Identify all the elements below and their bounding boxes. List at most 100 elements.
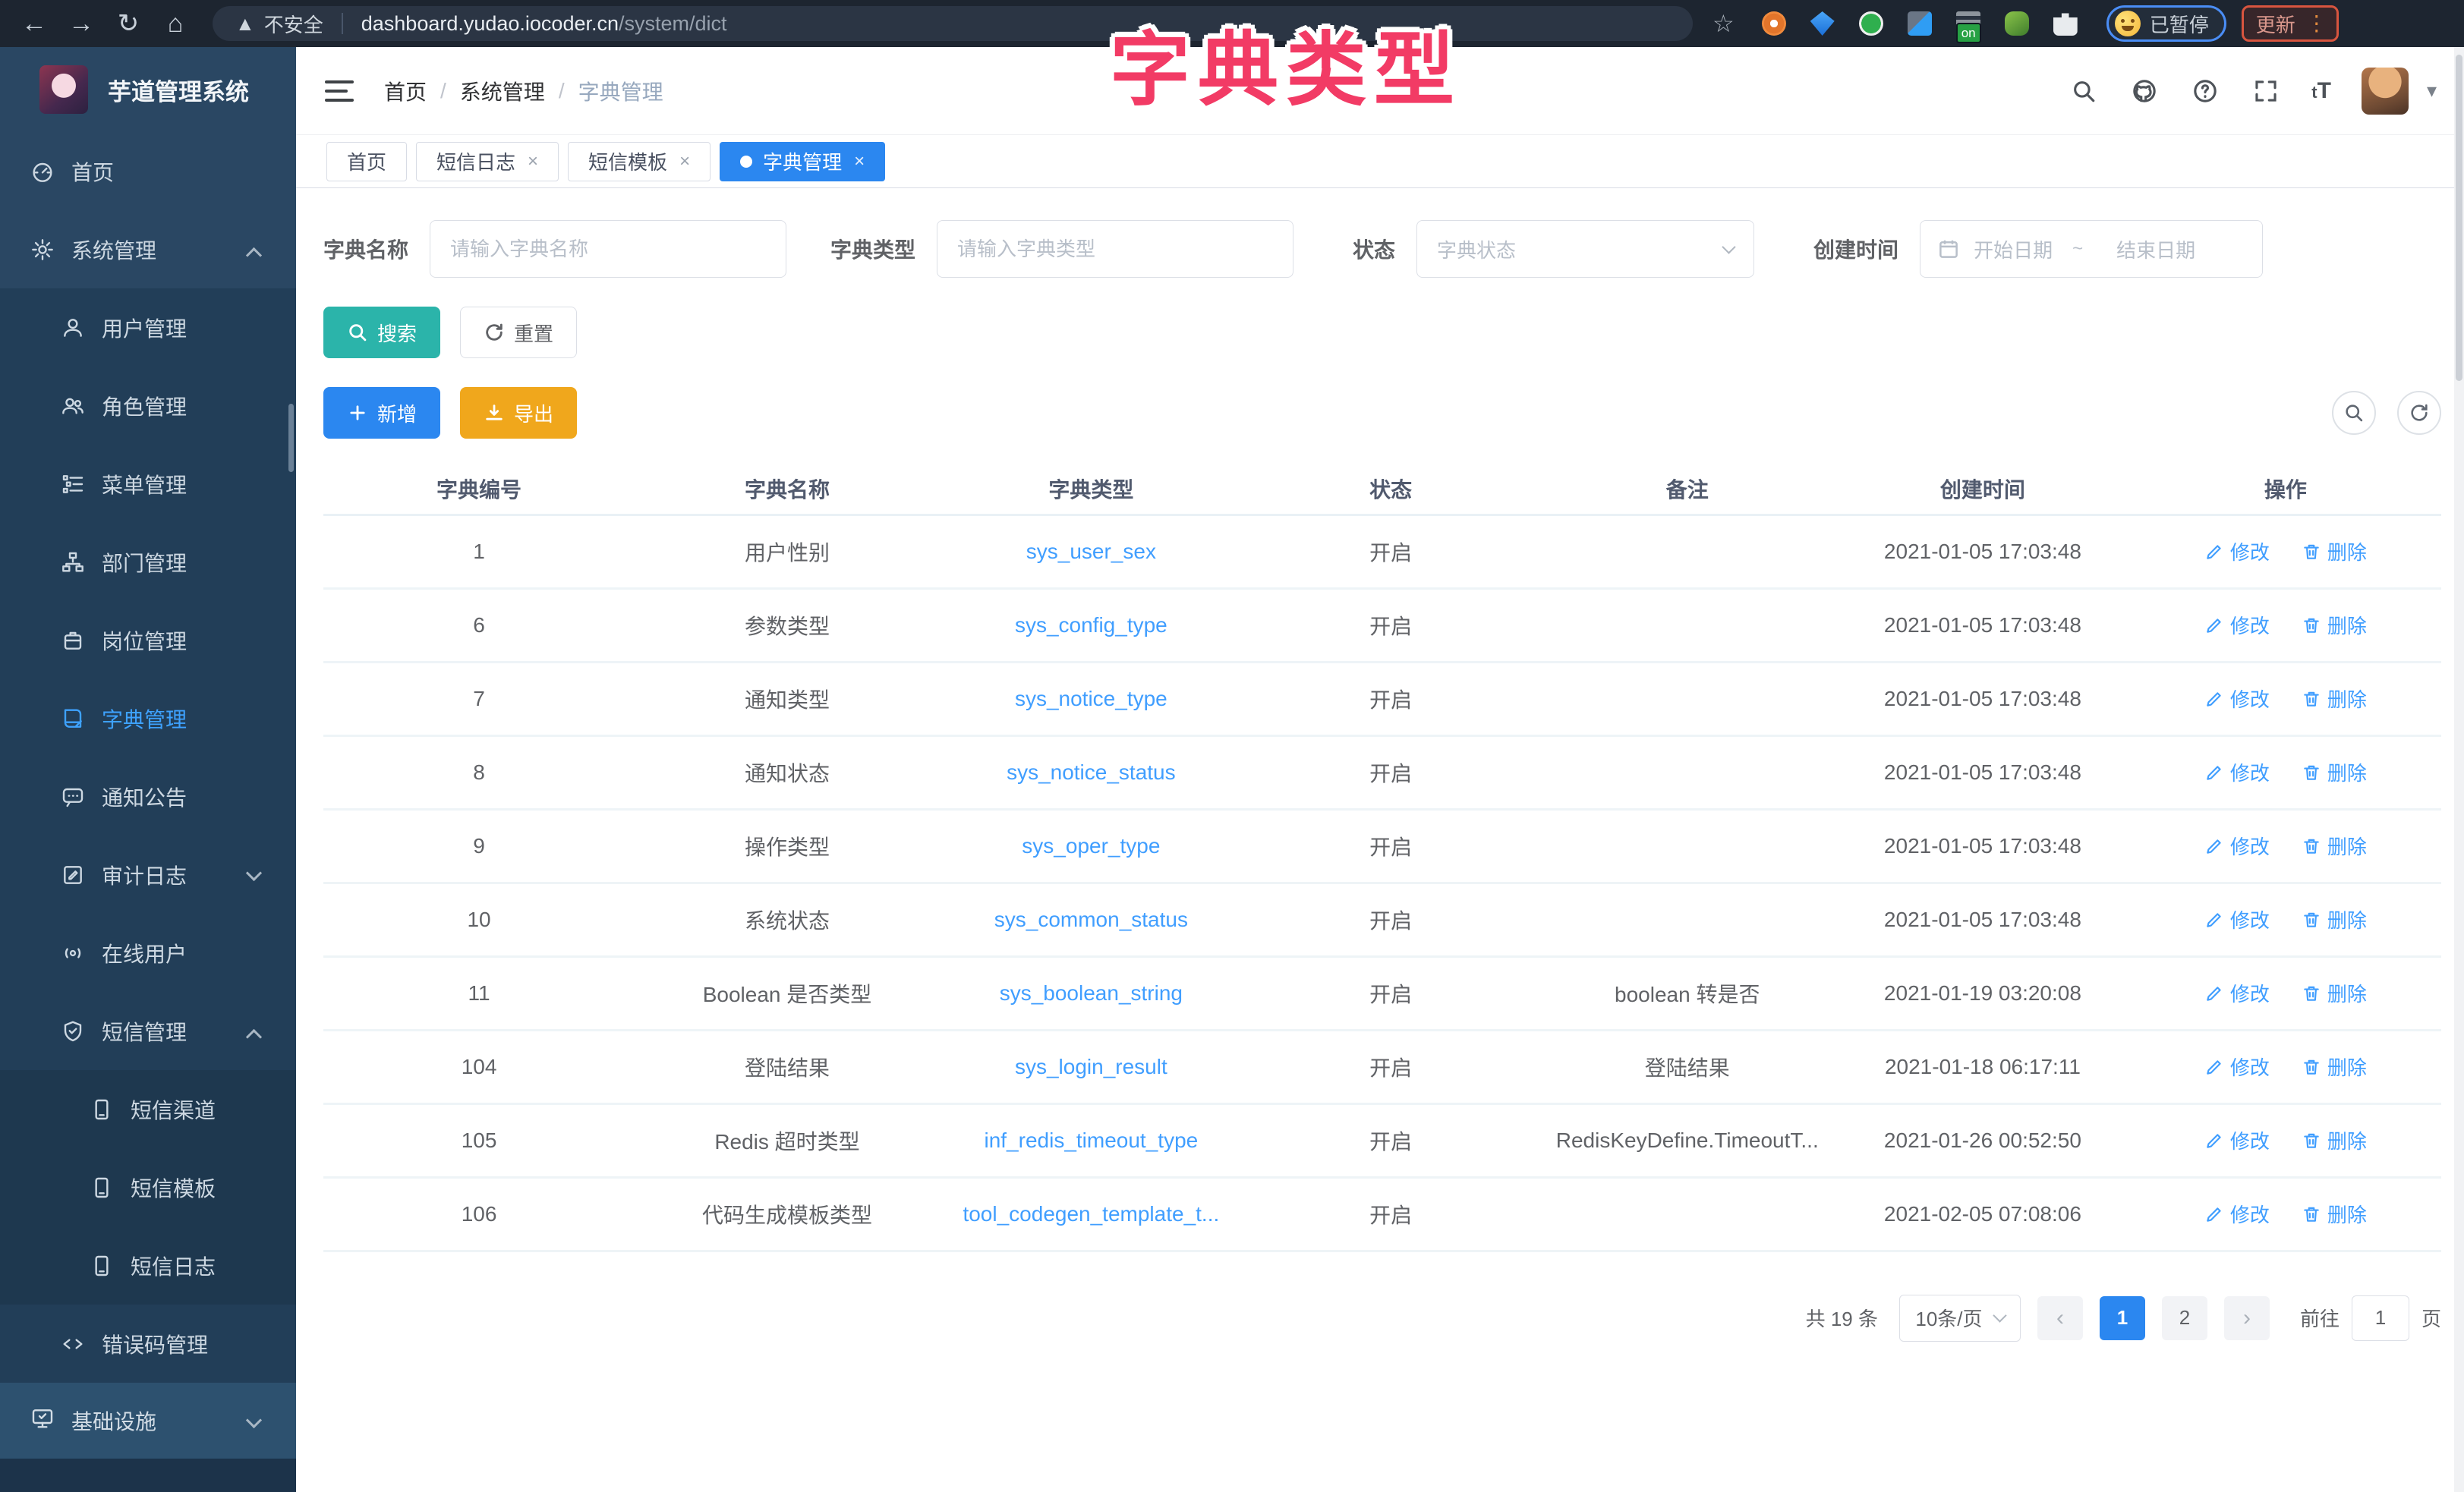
sidebar-item-roles[interactable]: 角色管理 [0, 367, 296, 445]
search-icon[interactable] [2069, 76, 2099, 106]
bookmark-star-icon[interactable]: ☆ [1713, 9, 1735, 38]
sidebar-scrollbar[interactable] [288, 404, 294, 472]
edit-button[interactable]: 修改 [2204, 758, 2270, 786]
dict-type-link[interactable]: inf_redis_timeout_type [940, 1103, 1243, 1177]
address-bar[interactable]: ▲ 不安全 dashboard.yudao.iocoder.cn/system/… [213, 6, 1693, 41]
edit-button[interactable]: 修改 [2204, 1053, 2270, 1081]
browser-reload-icon[interactable]: ↻ [105, 5, 152, 42]
dict-type-link[interactable]: sys_login_result [940, 1030, 1243, 1103]
sidebar-item-error-code[interactable]: 错误码管理 [0, 1305, 296, 1383]
tab-sms-log[interactable]: 短信日志× [416, 142, 559, 181]
app-logo-row[interactable]: 芋道管理系统 [0, 47, 296, 132]
sidebar-item-notice[interactable]: 通知公告 [0, 757, 296, 836]
delete-button[interactable]: 删除 [2302, 1053, 2367, 1081]
scrollbar-thumb[interactable] [2456, 55, 2462, 381]
avatar-caret-icon[interactable]: ▾ [2427, 79, 2437, 102]
show-search-button[interactable] [2332, 391, 2376, 435]
delete-button[interactable]: 删除 [2302, 832, 2367, 860]
page-scrollbar[interactable] [2454, 47, 2464, 1492]
date-range-picker[interactable]: 开始日期 ~ 结束日期 [1920, 220, 2263, 278]
prev-page-button[interactable]: ‹ [2037, 1296, 2083, 1340]
browser-update-button[interactable]: 更新 ⋮ [2242, 5, 2339, 42]
sidebar-item-system[interactable]: 系统管理 [0, 210, 296, 288]
dict-type-link[interactable]: sys_boolean_string [940, 956, 1243, 1030]
sidebar-item-sms[interactable]: 短信管理 [0, 992, 296, 1070]
edit-button[interactable]: 修改 [2204, 685, 2270, 713]
profile-paused-chip[interactable]: 已暂停 [2106, 5, 2226, 42]
edit-button[interactable]: 修改 [2204, 1126, 2270, 1154]
sidebar-item-infrastructure[interactable]: 基础设施 [0, 1383, 296, 1459]
delete-button[interactable]: 删除 [2302, 685, 2367, 713]
dict-type-link[interactable]: sys_notice_status [940, 735, 1243, 809]
extension-puzzle-icon[interactable] [2050, 8, 2081, 39]
page-button-1[interactable]: 1 [2100, 1296, 2145, 1340]
goto-page-input[interactable] [2352, 1295, 2409, 1341]
extension-icon-4[interactable] [1905, 8, 1935, 39]
edit-button[interactable]: 修改 [2204, 832, 2270, 860]
edit-button[interactable]: 修改 [2204, 905, 2270, 933]
extension-icon-1[interactable] [1759, 8, 1789, 39]
browser-home-icon[interactable]: ⌂ [152, 5, 199, 42]
delete-button[interactable]: 删除 [2302, 537, 2367, 565]
extension-icon-5[interactable]: on [1953, 8, 1983, 39]
delete-button[interactable]: 删除 [2302, 979, 2367, 1007]
help-icon[interactable] [2190, 76, 2220, 106]
sidebar-item-audit-log[interactable]: 审计日志 [0, 836, 296, 914]
dict-type-link[interactable]: sys_user_sex [940, 515, 1243, 588]
dict-type-input[interactable] [937, 220, 1293, 278]
dict-name-input[interactable] [430, 220, 786, 278]
fullscreen-icon[interactable] [2251, 76, 2281, 106]
close-icon[interactable]: × [528, 151, 538, 172]
sidebar-item-menus[interactable]: 菜单管理 [0, 445, 296, 523]
browser-menu-icon[interactable]: ⋮ [2306, 17, 2327, 29]
sidebar-item-depts[interactable]: 部门管理 [0, 523, 296, 601]
breadcrumb-system[interactable]: 系统管理 [460, 76, 545, 106]
tab-home[interactable]: 首页 [326, 142, 407, 181]
edit-button[interactable]: 修改 [2204, 979, 2270, 1007]
search-button[interactable]: 搜索 [323, 307, 440, 358]
delete-button[interactable]: 删除 [2302, 758, 2367, 786]
close-icon[interactable]: × [854, 151, 865, 172]
next-page-button[interactable]: › [2224, 1296, 2270, 1340]
browser-forward-icon[interactable]: → [58, 5, 105, 42]
add-button[interactable]: 新增 [323, 387, 440, 439]
sidebar-item-posts[interactable]: 岗位管理 [0, 601, 296, 679]
sidebar-item-sms-log[interactable]: 短信日志 [0, 1226, 296, 1305]
edit-button[interactable]: 修改 [2204, 1200, 2270, 1228]
extension-icon-3[interactable] [1856, 8, 1886, 39]
edit-button[interactable]: 修改 [2204, 537, 2270, 565]
extension-icon-2[interactable] [1807, 8, 1838, 39]
export-button[interactable]: 导出 [460, 387, 577, 439]
sidebar-item-users[interactable]: 用户管理 [0, 288, 296, 367]
breadcrumb-home[interactable]: 首页 [384, 76, 427, 106]
dict-type-link[interactable]: sys_common_status [940, 883, 1243, 956]
reset-button[interactable]: 重置 [460, 307, 577, 358]
delete-button[interactable]: 删除 [2302, 611, 2367, 639]
sidebar-item-home[interactable]: 首页 [0, 132, 296, 210]
refresh-table-button[interactable] [2397, 391, 2441, 435]
edit-button[interactable]: 修改 [2204, 611, 2270, 639]
page-button-2[interactable]: 2 [2162, 1296, 2207, 1340]
sidebar-item-sms-template[interactable]: 短信模板 [0, 1148, 296, 1226]
tab-dict[interactable]: 字典管理× [720, 142, 885, 181]
browser-back-icon[interactable]: ← [11, 5, 58, 42]
delete-button[interactable]: 删除 [2302, 905, 2367, 933]
hamburger-icon[interactable] [325, 80, 354, 102]
github-icon[interactable] [2129, 76, 2160, 106]
security-warning[interactable]: 不安全 [264, 10, 323, 38]
delete-button[interactable]: 删除 [2302, 1200, 2367, 1228]
dict-type-link[interactable]: sys_oper_type [940, 809, 1243, 883]
extension-icon-6[interactable] [2002, 8, 2032, 39]
status-select[interactable]: 字典状态 [1416, 220, 1754, 278]
page-size-select[interactable]: 10条/页 [1899, 1295, 2021, 1342]
sidebar-item-sms-channel[interactable]: 短信渠道 [0, 1070, 296, 1148]
delete-button[interactable]: 删除 [2302, 1126, 2367, 1154]
dict-type-link[interactable]: sys_notice_type [940, 662, 1243, 735]
dict-type-link[interactable]: sys_config_type [940, 588, 1243, 662]
font-size-icon[interactable]: tT [2311, 78, 2331, 104]
tab-sms-template[interactable]: 短信模板× [568, 142, 711, 181]
avatar[interactable] [2362, 68, 2409, 115]
close-icon[interactable]: × [679, 151, 690, 172]
sidebar-item-online-users[interactable]: 在线用户 [0, 914, 296, 992]
sidebar-item-dict[interactable]: 字典管理 [0, 679, 296, 757]
